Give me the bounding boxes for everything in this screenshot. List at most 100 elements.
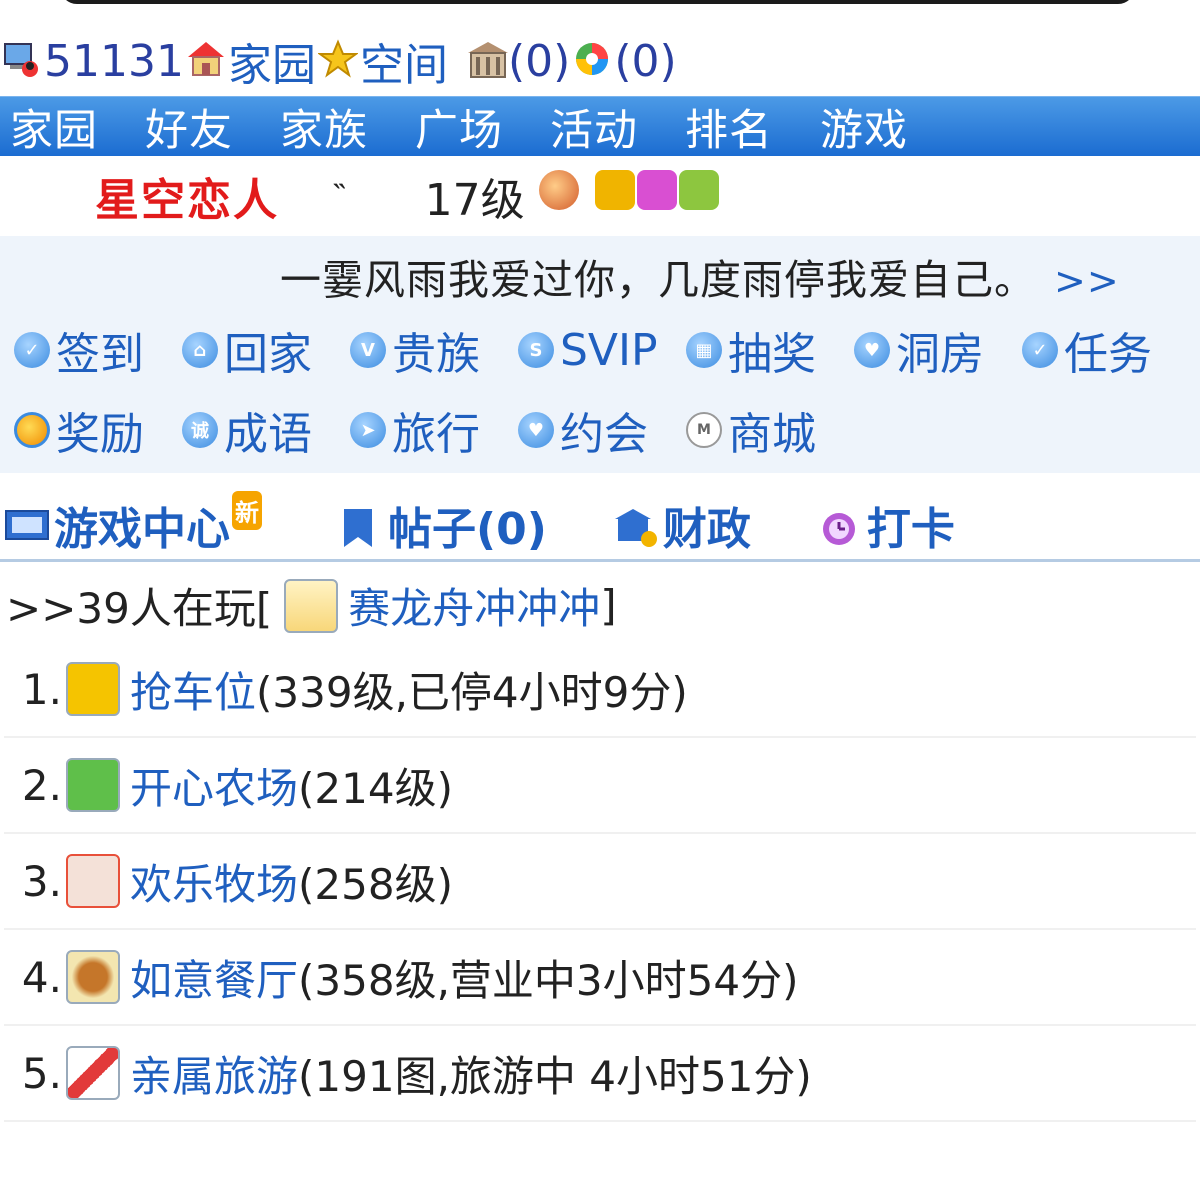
quick-noble[interactable]: V 贵族	[336, 318, 504, 382]
bank-coin-icon	[613, 505, 659, 547]
tab-posts[interactable]: 帖子(0)	[338, 493, 547, 557]
game-link[interactable]: 如意餐厅	[130, 947, 298, 1008]
main-nav: 家园 好友 家族 广场 活动 排名 游戏	[0, 96, 1200, 156]
travel-icon[interactable]	[66, 1046, 120, 1100]
quick-label: 奖励	[56, 409, 144, 460]
nav-games[interactable]: 游戏	[820, 96, 908, 158]
list-item: 1. 抢车位 (339级,已停4小时9分)	[4, 642, 1196, 738]
item-number: 3.	[21, 856, 62, 906]
heart-icon: ♥	[518, 412, 554, 448]
quick-bridal[interactable]: ♥ 洞房	[840, 318, 1008, 382]
game-link[interactable]: 开心农场	[130, 755, 298, 816]
dragon-boat-icon[interactable]	[284, 578, 339, 633]
house-badge-icon[interactable]	[678, 170, 719, 210]
item-number: 4.	[21, 952, 62, 1002]
bookmark-icon	[338, 505, 384, 547]
section-tabs: 游戏中心 新 帖子(0) 财政 打卡	[0, 490, 1200, 562]
game-detail: (339级,已停4小时9分)	[256, 667, 688, 717]
nav-home[interactable]: 家园	[10, 96, 98, 158]
idiom-icon: 诚	[182, 412, 218, 448]
quick-svip[interactable]: S SVIP	[504, 318, 672, 382]
tab-label: 帖子(0)	[388, 503, 547, 555]
top-bar: 51131 家园 空间 (0) (0)	[0, 30, 677, 92]
plane-icon: ➤	[350, 412, 386, 448]
quick-label: 抽奖	[728, 329, 816, 380]
top-pill	[60, 0, 1135, 4]
shop-icon: M	[686, 412, 722, 448]
bank-count[interactable]: (0)	[508, 36, 570, 87]
quick-rewards[interactable]: 奖励	[0, 398, 168, 462]
checkbox-icon: ✓	[14, 332, 50, 368]
color-wheel-icon	[572, 39, 612, 79]
game-detail: (358级,营业中3小时54分)	[298, 955, 799, 1005]
alarm-clock-icon	[817, 505, 863, 545]
item-number: 1.	[21, 664, 62, 714]
list-item: 5. 亲属旅游 (191图,旅游中 4小时51分)	[4, 1026, 1196, 1122]
user-computer-icon	[2, 39, 42, 79]
nav-events[interactable]: 活动	[550, 96, 638, 158]
game-link[interactable]: 抢车位	[130, 659, 256, 720]
tab-checkin[interactable]: 打卡	[817, 493, 955, 557]
gift-icon: ▦	[686, 332, 722, 368]
quick-label: 签到	[56, 329, 144, 380]
tab-label: 财政	[662, 503, 751, 555]
quick-date[interactable]: ♥ 约会	[504, 398, 672, 462]
quick-signin[interactable]: ✓ 签到	[0, 318, 168, 382]
profile-row: 星空恋人 ˵ 17级	[0, 160, 1200, 232]
svip-icon: S	[518, 332, 554, 368]
quick-label: SVIP	[560, 324, 658, 376]
list-item: 2. 开心农场 (214级)	[4, 738, 1196, 834]
nav-plaza[interactable]: 广场	[415, 96, 503, 158]
user-name[interactable]: 星空恋人	[95, 164, 279, 228]
quick-links-row2: 奖励 诚成语 ➤ 旅行 ♥ 约会 M 商城	[0, 398, 1200, 462]
tab-finance[interactable]: 财政	[613, 493, 751, 557]
new-badge: 新	[232, 491, 262, 530]
quick-travel[interactable]: ➤ 旅行	[336, 398, 504, 462]
space-link[interactable]: 空间	[360, 29, 448, 93]
restaurant-icon[interactable]	[66, 950, 120, 1004]
item-number: 5.	[21, 1048, 62, 1098]
nav-friends[interactable]: 好友	[145, 96, 233, 158]
quick-gohome[interactable]: ⌂ 回家	[168, 318, 336, 382]
medal-icon	[14, 412, 50, 448]
game-detail: (258级)	[298, 859, 453, 909]
diamond-badge-icon[interactable]	[636, 170, 677, 210]
ranch-icon[interactable]	[66, 854, 120, 908]
house-icon	[186, 39, 226, 79]
nav-ranking[interactable]: 排名	[685, 96, 773, 158]
game-detail: (214级)	[298, 763, 453, 813]
user-id[interactable]: 51131	[44, 36, 184, 87]
game-link[interactable]: 亲属旅游	[130, 1043, 298, 1104]
quick-tasks[interactable]: ✓ 任务	[1008, 318, 1176, 382]
game-link[interactable]: 欢乐牧场	[130, 851, 298, 912]
screen-icon	[4, 505, 50, 545]
tab-label: 游戏中心	[54, 503, 230, 555]
quick-lottery[interactable]: ▦ 抽奖	[672, 318, 840, 382]
motto-text: 一霎风雨我爱过你，几度雨停我爱自己。	[280, 256, 1036, 304]
farm-icon[interactable]	[66, 758, 120, 812]
avatar-badge-icon[interactable]	[538, 170, 579, 210]
item-number: 2.	[21, 760, 62, 810]
quick-label: 商城	[728, 409, 816, 460]
quick-label: 回家	[224, 329, 312, 380]
star-icon	[316, 39, 360, 79]
nav-clan[interactable]: 家族	[280, 96, 368, 158]
tab-game-center[interactable]: 游戏中心 新	[4, 491, 262, 557]
game-list: 1. 抢车位 (339级,已停4小时9分) 2. 开心农场 (214级) 3. …	[0, 642, 1200, 1122]
quick-label: 贵族	[392, 329, 480, 380]
list-item: 4. 如意餐厅 (358级,营业中3小时54分)	[4, 930, 1196, 1026]
quick-shop[interactable]: M 商城	[672, 398, 840, 462]
list-item: 3. 欢乐牧场 (258级)	[4, 834, 1196, 930]
quick-links-row1: ✓ 签到 ⌂ 回家 V 贵族 S SVIP ▦ 抽奖 ♥ 洞房 ✓ 任务	[0, 318, 1200, 382]
bank-icon	[466, 39, 508, 79]
playing-game-link[interactable]: 赛龙舟冲冲冲	[348, 575, 600, 636]
car-icon[interactable]	[66, 662, 120, 716]
quick-idioms[interactable]: 诚成语	[168, 398, 336, 462]
playing-prefix: >>39人在玩[	[6, 584, 273, 633]
album-count[interactable]: (0)	[614, 36, 676, 87]
quick-label: 约会	[560, 409, 648, 460]
game-detail: (191图,旅游中 4小时51分)	[298, 1051, 812, 1101]
vip-badge-icon[interactable]	[594, 170, 635, 210]
home-link[interactable]: 家园	[228, 29, 316, 93]
motto-more-link[interactable]: >>	[1054, 259, 1120, 303]
